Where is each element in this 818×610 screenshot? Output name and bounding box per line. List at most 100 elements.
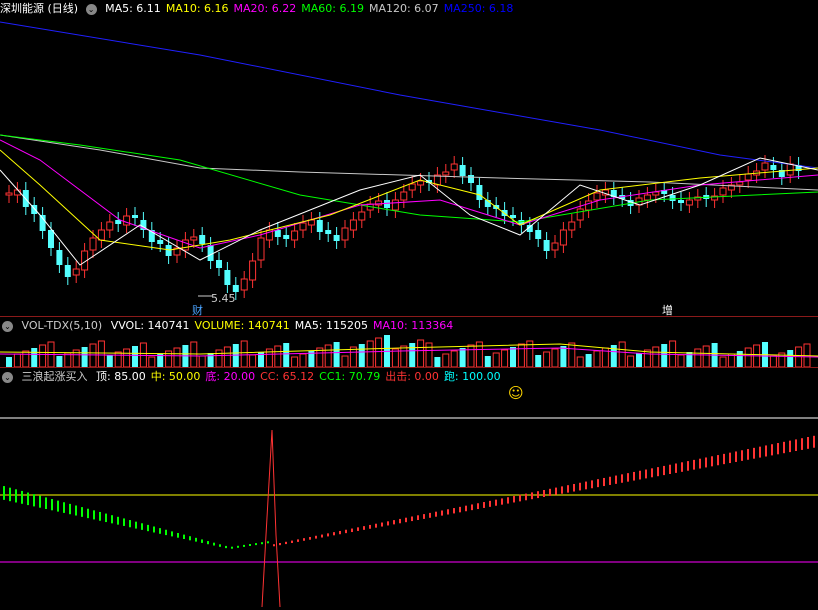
candle-body (770, 165, 777, 170)
candle-body (593, 192, 601, 201)
indicator-legend: 顶: 85.00 中: 50.00 底: 20.00 CC: 65.12 CC1: 70… (96, 370, 506, 383)
candle-body (283, 235, 290, 239)
candle-body (719, 187, 727, 196)
volume-bar (677, 354, 685, 368)
candle-body (400, 191, 408, 201)
candle-body (568, 221, 576, 231)
volume-bar (114, 351, 122, 368)
volume-bar (551, 348, 559, 368)
volume-bar (391, 348, 399, 368)
indicator-legend-item-0: 顶: 85.00 (96, 370, 146, 383)
volume-bar (661, 344, 668, 367)
volume-bar (240, 340, 248, 368)
volume-legend-item-1: VOLUME: 140741 (194, 319, 290, 332)
candle-body (48, 230, 54, 248)
ma20-line (0, 139, 818, 249)
volume-bar (492, 352, 500, 368)
volume-bar (652, 346, 660, 368)
indicator-legend-item-2: 底: 20.00 (205, 370, 256, 383)
candle-body (132, 215, 138, 218)
candle-body (450, 163, 458, 171)
candle-body (39, 215, 46, 231)
volume-bar (349, 346, 357, 368)
candle-body (408, 183, 416, 191)
candle-body (207, 245, 214, 261)
volume-bar (643, 349, 651, 368)
volume-bar (97, 340, 105, 368)
volume-bar (39, 344, 47, 368)
candle-body (442, 171, 450, 176)
candle-body (190, 236, 198, 241)
volume-bar (291, 356, 299, 368)
volume-bar (425, 342, 433, 368)
ma250-line (0, 21, 818, 169)
volume-bar (719, 356, 727, 368)
volume-legend: VVOL: 140741 VOLUME: 140741 MA5: 115205 MA1… (111, 319, 459, 332)
volume-header: ⌄ VOL-TDX(5,10) VVOL: 140741 VOLUME: 1407… (0, 317, 818, 334)
candle-body (181, 239, 189, 251)
volume-bar (283, 343, 290, 367)
candle-body (341, 227, 349, 241)
volume-bar (517, 343, 525, 368)
volume-bar (375, 337, 383, 368)
volume-bar (13, 353, 21, 368)
candle-body (761, 162, 769, 171)
candle-body (291, 230, 299, 241)
volume-bar (744, 347, 752, 368)
candle-body (325, 230, 332, 234)
volume-bar (190, 341, 198, 368)
candle-body (786, 163, 794, 176)
candle-body (349, 219, 357, 231)
candle-body (543, 240, 550, 251)
indicator-chart[interactable] (0, 385, 818, 610)
candle-body (240, 278, 248, 291)
candle-body (199, 235, 206, 244)
price-chart[interactable] (0, 0, 818, 315)
candle-body (459, 165, 466, 176)
candle-body (669, 195, 676, 201)
candle-body (736, 181, 744, 186)
volume-bar (459, 348, 466, 367)
volume-bar (324, 344, 332, 368)
ma5-line (0, 157, 818, 266)
volume-chart[interactable] (0, 334, 818, 368)
indicator-header: ⌄ 三浪起涨买入 顶: 85.00 中: 50.00 底: 20.00 CC: 65.… (0, 368, 818, 385)
candle-body (56, 250, 63, 265)
volume-bar (769, 355, 777, 368)
volume-bar (694, 348, 702, 368)
volume-bar (333, 342, 340, 367)
collapse-icon[interactable]: ⌄ (2, 320, 13, 332)
volume-bar (274, 345, 282, 368)
candle-body (333, 235, 340, 241)
volume-bar (341, 355, 349, 368)
candle-body (299, 222, 307, 231)
volume-bar (510, 347, 516, 367)
volume-legend-item-0: VVOL: 140741 (110, 319, 190, 332)
candle-body (5, 192, 13, 196)
collapse-icon[interactable]: ⌄ (2, 371, 13, 383)
volume-bar (576, 356, 584, 368)
candle-body (358, 211, 366, 221)
candle-body (535, 230, 542, 239)
indicator-legend-item-3: CC: 65.12 (260, 370, 315, 383)
indicator-legend-item-6: 跑: 100.00 (443, 370, 501, 383)
ma120-line (0, 134, 818, 191)
volume-bar (593, 350, 601, 368)
volume-bar (207, 353, 214, 367)
volume-bar (560, 346, 567, 367)
volume-legend-item-2: MA5: 115205 (294, 319, 369, 332)
volume-bar (6, 357, 12, 367)
volume-bar (627, 355, 635, 368)
volume-bar (249, 354, 257, 368)
volume-bar (787, 350, 794, 367)
candle-body (216, 260, 222, 268)
volume-bar (56, 356, 63, 367)
candle-body (89, 237, 97, 251)
volume-bar (442, 353, 450, 368)
volume-bar (702, 345, 710, 368)
volume-bar (450, 350, 458, 368)
candle-body (559, 229, 567, 246)
indicator-title: 三浪起涨买入 (21, 370, 88, 383)
indicator-legend-item-5: 出击: 0.00 (385, 370, 439, 383)
volume-bar (636, 353, 642, 367)
